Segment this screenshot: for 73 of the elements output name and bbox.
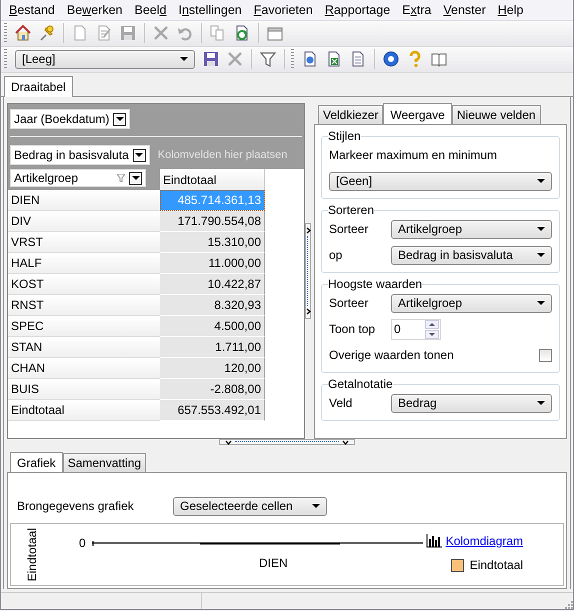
number-spinner[interactable]: 0 <box>391 318 441 340</box>
table-cell[interactable]: 10.422,87 <box>160 274 265 296</box>
chevron-right-icon <box>306 308 310 316</box>
pivot-field-button[interactable]: Artikelgroep <box>10 169 146 188</box>
tab[interactable]: Veldkiezer <box>318 105 384 124</box>
chevron-right-icon <box>306 227 310 234</box>
bar-chart-icon[interactable] <box>426 534 442 548</box>
caret-icon <box>537 301 545 306</box>
field-label: Toon top <box>329 322 376 336</box>
filter-icon <box>117 174 125 182</box>
table-cell[interactable]: 171.790.554,08 <box>160 211 265 232</box>
dropdown[interactable]: [Geen] <box>329 172 552 191</box>
menu-item[interactable]: Venster <box>437 2 492 17</box>
drop-zone-hint: Kolomvelden hier plaatsen <box>158 149 288 162</box>
field-label: Brongegevens grafiek <box>17 499 135 514</box>
tab[interactable]: Draaitabel <box>4 76 73 98</box>
menu-item[interactable]: Bewerken <box>60 2 128 17</box>
field-label: op <box>329 248 344 262</box>
dropdown[interactable]: Bedrag in basisvaluta <box>391 246 552 265</box>
field-label: Markeer maximum en minimum <box>329 148 498 162</box>
chevron-down-icon <box>342 440 349 445</box>
group-title: Getalnotatie <box>328 377 393 392</box>
group-title: Sorteren <box>328 203 374 218</box>
splitter-handle[interactable] <box>305 223 311 320</box>
tab[interactable]: Grafiek <box>10 452 63 474</box>
tab[interactable]: Weergave <box>383 103 452 126</box>
table-cell[interactable]: 120,00 <box>160 358 265 380</box>
table-cell[interactable]: 4.500,00 <box>160 316 265 338</box>
table-cell[interactable]: 657.553.492,01 <box>160 400 265 422</box>
dropdown[interactable]: Geselecteerde cellen <box>173 496 327 516</box>
caret-icon <box>537 401 545 406</box>
pivot-field-button[interactable]: Jaar (Boekdatum) <box>10 109 130 130</box>
dropdown[interactable]: Artikelgroep <box>391 294 552 313</box>
caret-icon <box>537 227 545 232</box>
tab[interactable]: Samenvatting <box>62 453 146 472</box>
table-cell[interactable]: 1.711,00 <box>160 337 265 358</box>
splitter-handle[interactable] <box>219 439 355 446</box>
caret-icon <box>537 253 545 258</box>
spin-arrows-icon[interactable] <box>425 320 439 339</box>
table-cell[interactable]: 11.000,00 <box>160 253 265 274</box>
pivot-field-button[interactable]: Bedrag in basisvaluta <box>10 145 150 166</box>
chart-type-link[interactable]: Kolomdiagram <box>446 534 524 548</box>
column-header: Eindtotaal <box>160 169 265 190</box>
legend-label: Eindtotaal <box>470 558 524 572</box>
table-cell[interactable]: 15.310,00 <box>160 232 265 254</box>
dropdown[interactable]: Artikelgroep <box>391 220 552 239</box>
caret-icon <box>312 504 320 508</box>
menu-item[interactable]: Help <box>492 2 530 17</box>
checkbox[interactable] <box>539 348 552 362</box>
caret-icon <box>180 57 188 62</box>
menu-item[interactable]: Instellingen <box>172 2 248 17</box>
field-label: Veld <box>329 396 354 410</box>
home-icon[interactable] <box>13 23 33 44</box>
table-cell[interactable]: -2.808,00 <box>160 379 265 400</box>
menu-item[interactable]: Extra <box>396 2 438 17</box>
group-title: Hoogste waarden <box>328 277 422 292</box>
menu-item[interactable]: Beeld <box>128 2 172 17</box>
menu-item[interactable]: Rapportage <box>318 2 396 17</box>
dropdown[interactable]: Bedrag <box>391 394 552 413</box>
group-title: Stijlen <box>328 129 361 144</box>
table-cell[interactable]: 8.320,93 <box>160 295 265 316</box>
axis-category-label: DIEN <box>259 556 289 570</box>
menu-item[interactable]: Favorieten <box>248 2 319 17</box>
caret-icon <box>537 179 545 184</box>
tab[interactable]: Nieuwe velden <box>452 105 541 124</box>
axis-title: Eindtotaal <box>25 528 39 582</box>
chevron-down-icon <box>225 440 232 445</box>
field-label: Sorteer <box>329 222 370 236</box>
field-label: Sorteer <box>329 296 370 310</box>
dropdown[interactable]: [Leeg] <box>15 50 195 69</box>
menu-item[interactable]: Bestand <box>3 2 61 17</box>
axis-tick-label: 0 <box>79 536 86 550</box>
checkbox-label: Overige waarden tonen <box>329 348 454 362</box>
